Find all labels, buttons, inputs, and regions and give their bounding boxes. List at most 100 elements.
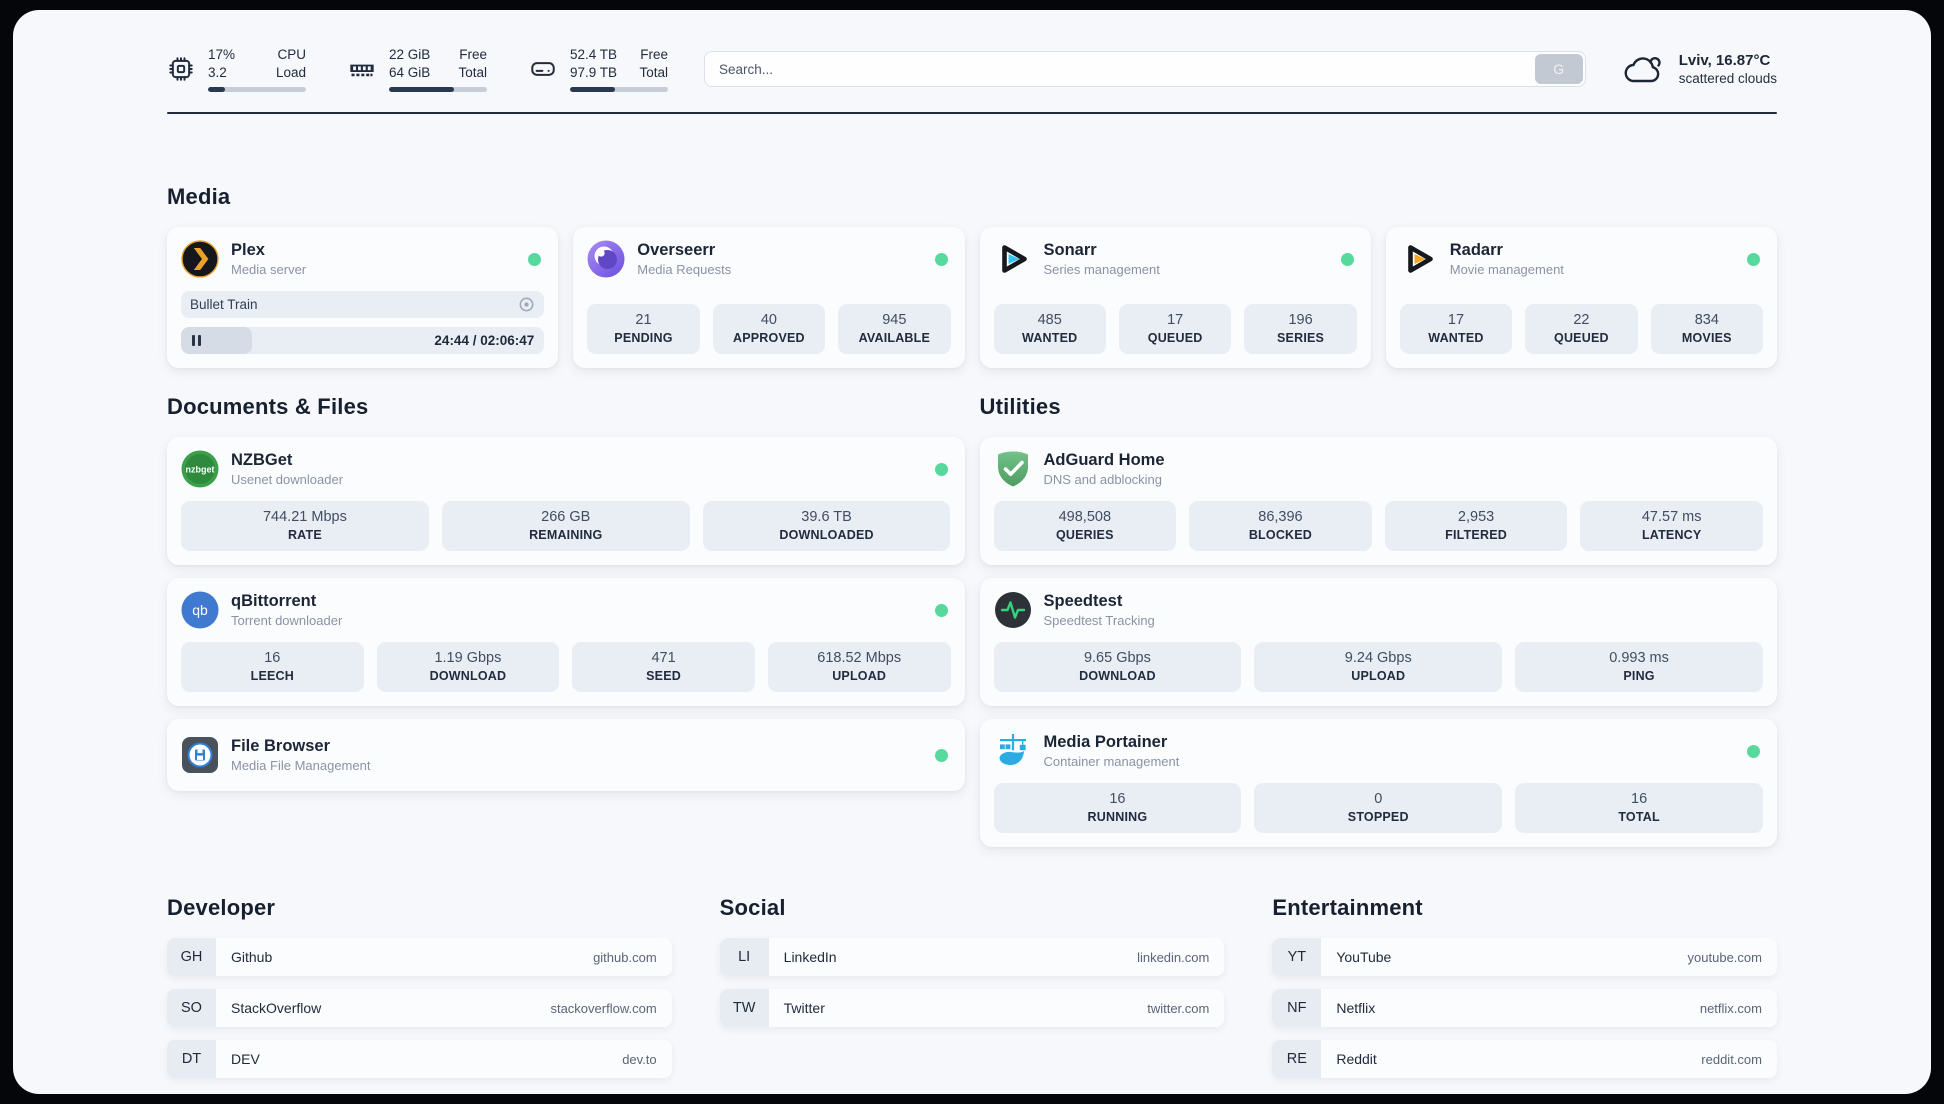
status-online-dot: [1340, 252, 1354, 266]
bookmark-dev[interactable]: DT DEV dev.to: [167, 1040, 672, 1078]
card-adguard[interactable]: AdGuard Home DNS and adblocking 498,508 …: [979, 437, 1777, 565]
adguard-icon: [997, 451, 1028, 487]
stat-rate: 744.21 Mbps RATE: [181, 501, 429, 551]
bookmark-url: youtube.com: [1687, 949, 1762, 965]
stat-latency: 47.57 ms LATENCY: [1580, 501, 1763, 551]
portainer-icon: [999, 734, 1026, 765]
bookmark-name: YouTube: [1336, 949, 1392, 965]
bookmark-url: twitter.com: [1147, 1000, 1210, 1016]
stat-downloaded: 39.6 TB DOWNLOADED: [702, 501, 951, 551]
card-speedtest[interactable]: Speedtest Speedtest Tracking 9.65 Gbps D…: [979, 578, 1777, 706]
section-title-utilities: Utilities: [979, 394, 1061, 419]
bookmark-group-entertainment: Entertainment YT YouTube youtube.com NF …: [1272, 895, 1777, 1091]
memory-widget: 22 GiB Free 64 GiB Total: [348, 46, 487, 92]
search-bar: G: [704, 51, 1586, 87]
section-media: Media Plex Media server Bullet Train 24:…: [167, 184, 1777, 368]
stat-blocked: 86,396 BLOCKED: [1189, 501, 1372, 551]
app-description: Container management: [1043, 754, 1180, 770]
memory-progress-fill: [389, 86, 454, 92]
bookmark-stackoverflow[interactable]: SO StackOverflow stackoverflow.com: [167, 989, 672, 1027]
app-name: AdGuard Home: [1043, 450, 1165, 469]
bookmark-abbr: SO: [167, 989, 216, 1027]
bookmark-abbr: LI: [719, 938, 769, 976]
section-title-documents: Documents & Files: [167, 394, 369, 419]
bookmark-url: github.com: [593, 949, 657, 965]
card-radarr[interactable]: Radarr Movie management 17 WANTED 22 QUE…: [1385, 227, 1777, 368]
stat-series: 196 SERIES: [1244, 304, 1357, 354]
stat-download: 9.65 Gbps DOWNLOAD: [993, 642, 1242, 692]
section-documents: Documents & Files nzbget NZBGet Usenet d…: [167, 394, 965, 847]
bookmark-abbr: GH: [167, 938, 216, 976]
bookmark-name: LinkedIn: [783, 949, 837, 965]
bookmark-abbr: YT: [1272, 938, 1322, 976]
app-name: Radarr: [1449, 240, 1503, 259]
app-description: Torrent downloader: [231, 613, 343, 629]
svg-text:nzbget: nzbget: [186, 465, 215, 475]
app-description: Usenet downloader: [231, 472, 344, 488]
search-input[interactable]: [704, 51, 1586, 87]
bookmark-name: Reddit: [1336, 1051, 1377, 1067]
sonarr-icon: [1001, 245, 1027, 273]
app-description: Media Requests: [637, 262, 732, 278]
search-engine-button[interactable]: G: [1534, 54, 1583, 84]
card-overseerr[interactable]: Overseerr Media Requests 21 PENDING 40 A…: [573, 227, 965, 368]
card-plex[interactable]: Plex Media server Bullet Train 24:44 / 0: [167, 227, 559, 368]
weather-widget: Lviv, 16.87°C scattered clouds: [1622, 52, 1777, 86]
stat-download: 1.19 Gbps DOWNLOAD: [376, 642, 560, 692]
memory-total-value: 64 GiB: [389, 65, 431, 80]
bookmark-url: reddit.com: [1701, 1051, 1762, 1067]
now-playing-title: Bullet Train: [190, 297, 258, 312]
card-nzbget[interactable]: nzbget NZBGet Usenet downloader 744.21 M…: [167, 437, 965, 565]
app-name: Speedtest: [1043, 591, 1123, 610]
bookmark-url: stackoverflow.com: [550, 1000, 657, 1016]
stat-upload: 618.52 Mbps UPLOAD: [767, 642, 951, 692]
stat-seed: 471 SEED: [572, 642, 755, 692]
bookmark-netflix[interactable]: NF Netflix netflix.com: [1272, 989, 1777, 1027]
stat-available: 945 AVAILABLE: [838, 304, 951, 354]
bookmark-name: DEV: [231, 1051, 260, 1067]
storage-total-value: 97.9 TB: [570, 65, 618, 80]
disk-icon: [531, 62, 555, 76]
bookmark-reddit[interactable]: RE Reddit reddit.com: [1272, 1040, 1777, 1078]
stat-leech: 16 LEECH: [181, 642, 364, 692]
app-name: Overseerr: [637, 240, 716, 259]
bookmark-linkedin[interactable]: LI LinkedIn linkedin.com: [719, 938, 1225, 976]
cpu-widget: 17% CPU 3.2 Load: [167, 46, 306, 92]
stat-queries: 498,508 QUERIES: [993, 501, 1177, 551]
bookmark-twitter[interactable]: TW Twitter twitter.com: [719, 989, 1225, 1027]
app-description: Movie management: [1449, 262, 1564, 278]
resource-widgets: 17% CPU 3.2 Load 22 GiB Free 64 GiB Tota…: [167, 46, 668, 92]
bookmark-abbr: TW: [719, 989, 769, 1027]
session-target-icon[interactable]: [518, 296, 535, 313]
bookmark-github[interactable]: GH Github github.com: [167, 938, 672, 976]
bookmark-group-developer: Developer GH Github github.com SO StackO…: [167, 895, 672, 1091]
svg-text:qb: qb: [192, 602, 208, 618]
status-online-dot: [528, 252, 542, 266]
bookmark-name: StackOverflow: [231, 1000, 322, 1016]
bookmark-youtube[interactable]: YT YouTube youtube.com: [1272, 938, 1777, 976]
card-filebrowser[interactable]: File Browser Media File Management: [167, 719, 965, 791]
bookmark-name: Netflix: [1336, 1000, 1376, 1016]
cpu-icon: [169, 57, 193, 81]
app-description: Media server: [231, 262, 307, 278]
status-online-dot: [1747, 744, 1760, 758]
cpu-load-value: 3.2: [208, 65, 227, 80]
card-portainer[interactable]: Media Portainer Container management 16 …: [979, 719, 1777, 847]
playback-progress-row: 24:44 / 02:06:47: [181, 327, 545, 354]
ram-icon: [350, 64, 374, 77]
section-title-developer: Developer: [167, 895, 276, 920]
speedtest-icon: [994, 592, 1031, 628]
cpu-usage-value: 17%: [208, 47, 236, 63]
card-qbittorrent[interactable]: qb qBittorrent Torrent downloader 16 LEE…: [167, 578, 965, 706]
app-name: NZBGet: [231, 450, 293, 469]
bookmark-abbr: RE: [1272, 1040, 1322, 1078]
stat-remaining: 266 GB REMAINING: [441, 501, 690, 551]
pause-icon: [192, 335, 201, 346]
nzbget-icon: nzbget: [181, 450, 219, 488]
section-title-entertainment: Entertainment: [1272, 895, 1423, 920]
status-online-dot: [934, 462, 948, 476]
memory-free-value: 22 GiB: [389, 47, 431, 63]
stat-wanted: 485 WANTED: [993, 304, 1106, 354]
card-sonarr[interactable]: Sonarr Series management 485 WANTED 17 Q…: [979, 227, 1371, 368]
stat-upload: 9.24 Gbps UPLOAD: [1254, 642, 1503, 692]
